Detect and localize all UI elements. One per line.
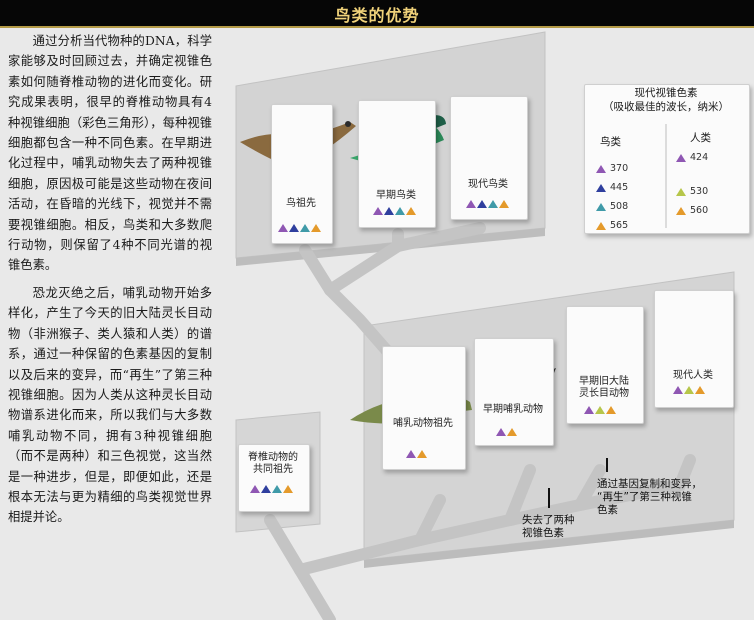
legend-bird-508: 508 xyxy=(596,201,628,212)
legend-bird-370: 370 xyxy=(596,163,628,174)
cone-pigment-icon xyxy=(595,406,605,414)
legend-humans-title: 人类 xyxy=(690,132,711,144)
legend-bird-565: 565 xyxy=(596,220,628,231)
legend-human-560: 560 xyxy=(676,205,708,216)
label-modern-human: 现代人类 xyxy=(673,370,713,381)
annotation-lost-pigments: 失去了两种 视锥色素 xyxy=(522,514,575,539)
legend-birds-title: 鸟类 xyxy=(600,136,621,148)
cones-mammal-ancestor xyxy=(406,450,427,458)
legend-human-530: 530 xyxy=(676,186,708,197)
cone-pigment-icon xyxy=(606,406,616,414)
label-early-mammal: 早期哺乳动物 xyxy=(483,404,543,415)
cone-pigment-icon xyxy=(417,450,427,458)
label-vertebrate-ancestor-line2: 共同祖先 xyxy=(253,464,293,475)
label-mammal-ancestor: 哺乳动物祖先 xyxy=(393,418,453,429)
cone-pigment-icon xyxy=(250,485,260,493)
legend-triangle-icon xyxy=(596,183,606,192)
cone-pigment-icon xyxy=(584,406,594,414)
legend-bird-445: 445 xyxy=(596,182,628,193)
cone-pigment-icon xyxy=(477,200,487,208)
cones-vertebrate-ancestor xyxy=(250,485,293,493)
annotation-pointer-lost xyxy=(548,488,550,508)
cones-early-bird xyxy=(373,207,416,215)
cones-early-mammal xyxy=(496,428,517,436)
cone-pigment-icon xyxy=(261,485,271,493)
cones-early-primate xyxy=(584,406,616,414)
cones-modern-bird xyxy=(466,200,509,208)
cone-pigment-icon xyxy=(406,450,416,458)
legend-title-line1: 现代视锥色素 xyxy=(634,87,698,99)
label-bird-ancestor: 鸟祖先 xyxy=(286,198,316,209)
cone-pigment-icon xyxy=(488,200,498,208)
label-early-bird: 早期鸟类 xyxy=(376,190,416,201)
cone-pigment-icon xyxy=(406,207,416,215)
annotation-regain-pigment: 通过基因复制和变异， “再生”了第三种视锥 色素 xyxy=(597,478,702,516)
cone-pigment-icon xyxy=(507,428,517,436)
cone-pigment-icon xyxy=(300,224,310,232)
cones-bird-ancestor xyxy=(278,224,321,232)
label-modern-bird: 现代鸟类 xyxy=(468,179,508,190)
legend-triangle-icon xyxy=(676,187,686,196)
cones-modern-human xyxy=(673,386,705,394)
cone-pigment-icon xyxy=(466,200,476,208)
cone-pigment-icon xyxy=(395,207,405,215)
label-early-primate-line2: 灵长目动物 xyxy=(579,388,629,399)
annotation-pointer-regain xyxy=(606,458,608,472)
cone-pigment-icon xyxy=(283,485,293,493)
cone-pigment-icon xyxy=(695,386,705,394)
legend-title-line2: （吸收最佳的波长，纳米） xyxy=(603,101,729,113)
cone-pigment-icon xyxy=(499,200,509,208)
cone-pigment-icon xyxy=(384,207,394,215)
cone-pigment-icon xyxy=(373,207,383,215)
cone-pigment-icon xyxy=(496,428,506,436)
legend-human-424: 424 xyxy=(676,152,708,163)
cone-pigment-icon xyxy=(311,224,321,232)
label-early-primate-line1: 早期旧大陆 xyxy=(579,376,629,387)
cone-pigment-icon xyxy=(684,386,694,394)
legend-triangle-icon xyxy=(596,164,606,173)
cone-pigment-icon xyxy=(673,386,683,394)
cone-pigment-icon xyxy=(278,224,288,232)
label-vertebrate-ancestor-line1: 脊椎动物的 xyxy=(248,452,298,463)
legend-triangle-icon xyxy=(596,221,606,230)
cone-pigment-icon xyxy=(289,224,299,232)
legend-triangle-icon xyxy=(596,202,606,211)
legend-triangle-icon xyxy=(676,153,686,162)
legend-title: 现代视锥色素 （吸收最佳的波长，纳米） xyxy=(584,86,748,114)
legend-triangle-icon xyxy=(676,206,686,215)
cone-pigment-icon xyxy=(272,485,282,493)
